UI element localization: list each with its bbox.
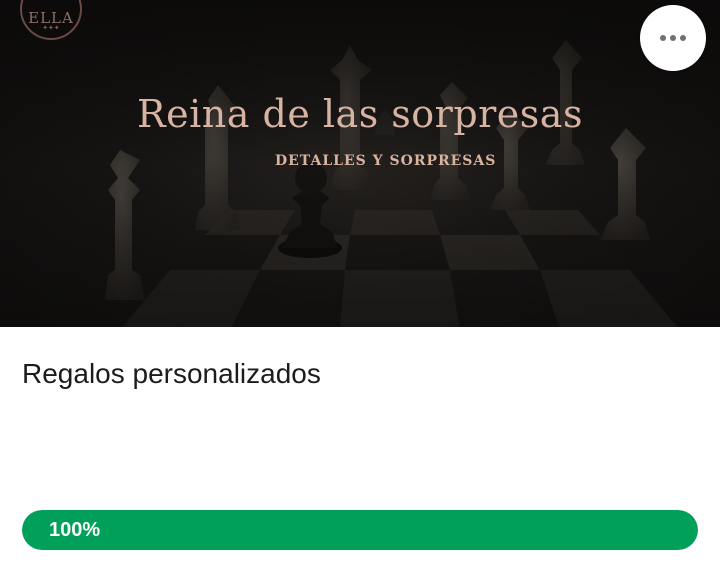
progress-label: 100% bbox=[49, 519, 101, 541]
product-title: Regalos personalizados bbox=[22, 358, 321, 389]
more-options-button[interactable] bbox=[640, 5, 706, 71]
more-horizontal-icon bbox=[660, 35, 686, 41]
cover-banner: ELLA ✦✦✦ Reina de las sorpresas DETALLES… bbox=[0, 0, 720, 327]
store-subtitle: DETALLES Y SORPRESAS bbox=[275, 153, 497, 169]
store-title: Reina de las sorpresas bbox=[137, 92, 583, 136]
page: ELLA ✦✦✦ Reina de las sorpresas DETALLES… bbox=[0, 0, 720, 569]
brand-logo-text: ELLA bbox=[28, 9, 74, 27]
progress-fill bbox=[22, 510, 698, 550]
crown-icon: ✦✦✦ bbox=[42, 25, 60, 32]
progress-bar: 100% bbox=[22, 510, 698, 550]
